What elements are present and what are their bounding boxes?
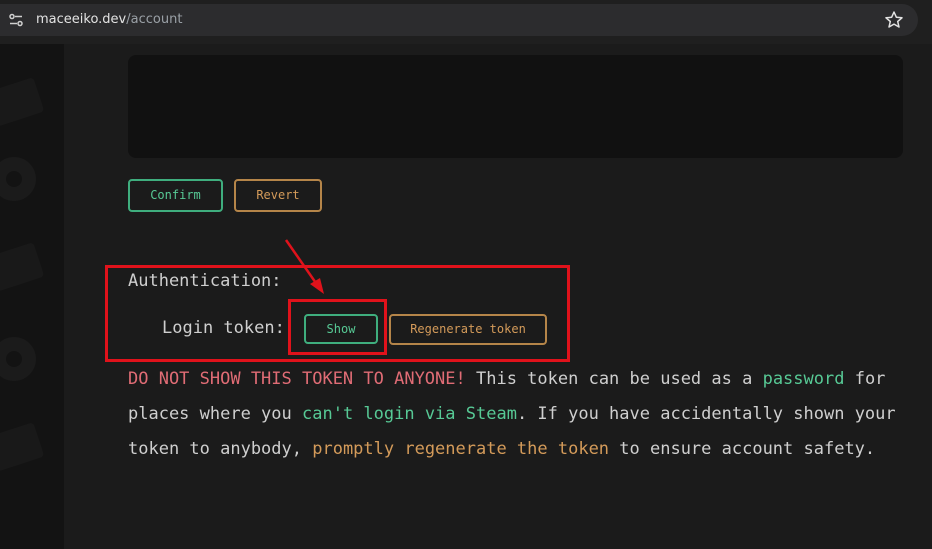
warning-highlight-steam: can't login via Steam xyxy=(302,404,517,424)
confirm-button[interactable]: Confirm xyxy=(128,179,223,212)
browser-toolbar: maceeiko.dev/account xyxy=(0,0,932,44)
warning-heading: DO NOT SHOW THIS TOKEN TO ANYONE! xyxy=(128,369,466,389)
url-domain: maceeiko.dev xyxy=(36,12,127,27)
warning-highlight-password: password xyxy=(762,369,845,389)
ticket-icon xyxy=(0,78,44,126)
address-bar[interactable]: maceeiko.dev/account xyxy=(0,4,918,36)
ticket-icon xyxy=(0,243,44,291)
token-warning-text: DO NOT SHOW THIS TOKEN TO ANYONE! This t… xyxy=(128,362,918,467)
annotation-show-box xyxy=(288,299,387,355)
bookmark-star-icon[interactable] xyxy=(884,10,904,30)
ticket-icon xyxy=(0,423,44,471)
url-path: /account xyxy=(126,12,183,27)
annotation-arrow-icon xyxy=(284,239,324,294)
url-text[interactable]: maceeiko.dev/account xyxy=(36,12,182,28)
revert-button[interactable]: Revert xyxy=(234,179,322,212)
gear-icon xyxy=(0,157,36,201)
warning-text: to ensure account safety. xyxy=(609,439,876,459)
gear-icon xyxy=(0,337,36,381)
warning-highlight-regenerate: promptly regenerate the token xyxy=(312,439,610,459)
site-settings-icon[interactable] xyxy=(8,12,24,28)
warning-text: This token can be used as a xyxy=(465,369,763,389)
background-pattern xyxy=(0,44,64,549)
profile-text-field[interactable] xyxy=(128,55,903,158)
